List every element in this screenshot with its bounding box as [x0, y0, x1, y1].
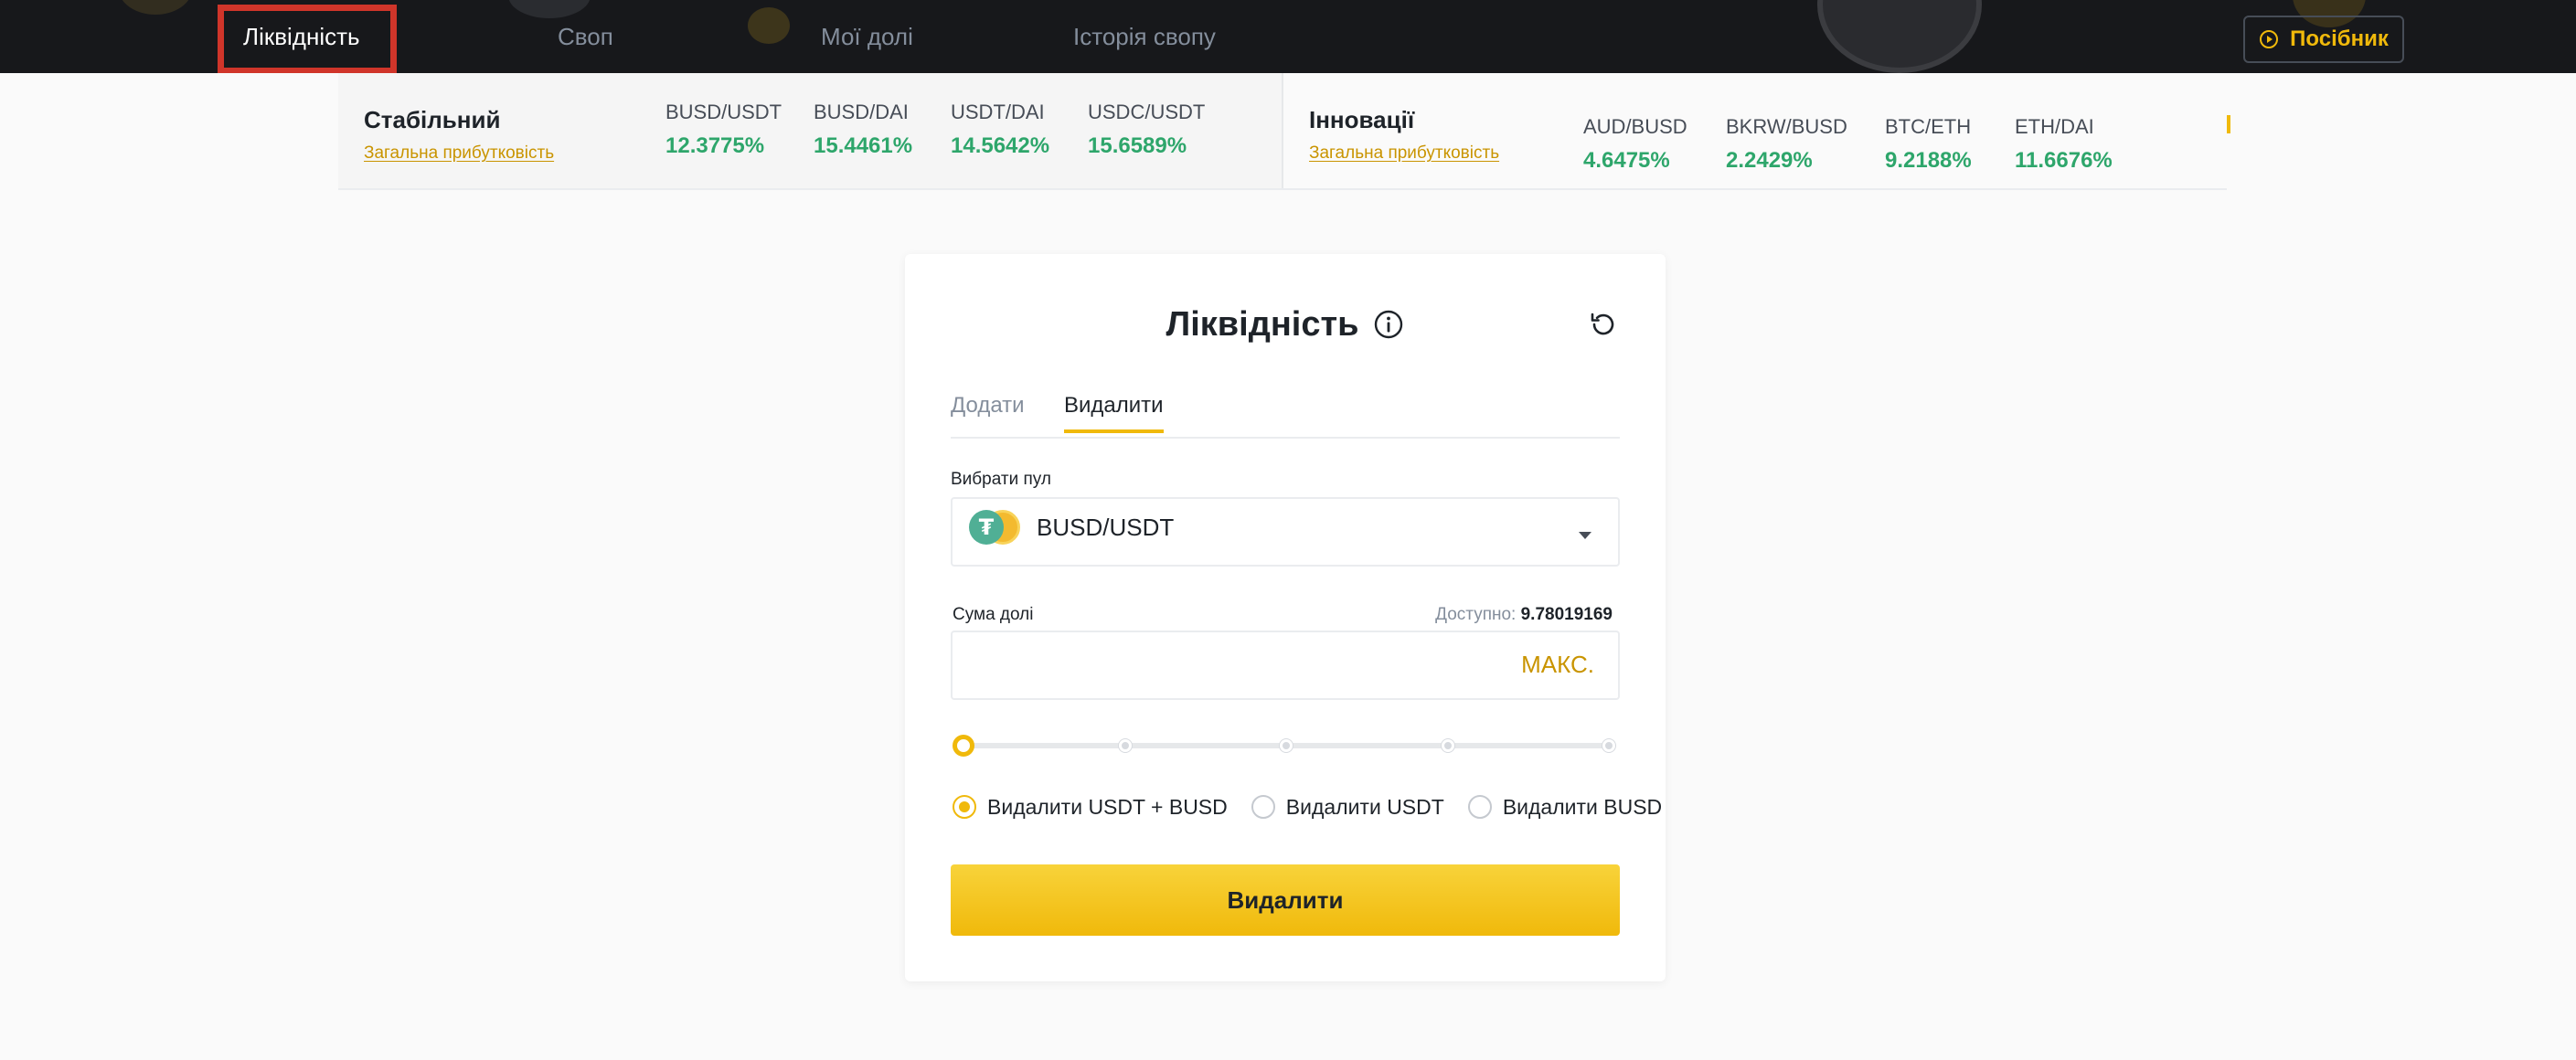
refresh-icon[interactable]	[1587, 309, 1618, 340]
radio-circle[interactable]	[1467, 795, 1492, 819]
innovation-panel-title: Інновації	[1309, 106, 1415, 133]
pair-name: BUSD/USDT	[665, 101, 782, 123]
slider-step-dot[interactable]	[1602, 739, 1615, 752]
liquidity-card: Ліквідність Додати Видалити Вибрати пул …	[905, 254, 1666, 981]
pool-select[interactable]: ₮ BUSD/USDT	[951, 497, 1620, 567]
pair-apy: 15.6589%	[1088, 133, 1187, 158]
pair-apy: 4.6475%	[1583, 148, 1670, 173]
pool-pair-item[interactable]: BUSD/DAI 15.4461%	[814, 101, 912, 159]
pair-name: BTC/ETH	[1885, 115, 1972, 138]
radio-circle[interactable]	[953, 795, 976, 819]
background-coin-graphic	[748, 7, 790, 44]
slider-step-dot[interactable]	[1441, 739, 1454, 752]
pool-pair-item[interactable]: USDT/DAI 14.5642%	[951, 101, 1049, 159]
info-icon[interactable]	[1373, 309, 1404, 340]
share-amount-field[interactable]: МАКС.	[951, 631, 1620, 700]
slider-step-dot[interactable]	[1118, 739, 1132, 752]
pair-apy: 12.3775%	[665, 133, 765, 158]
tab-add[interactable]: Додати	[951, 393, 1025, 431]
pair-apy: 11.6676%	[2015, 148, 2113, 173]
play-circle-icon	[2259, 29, 2279, 49]
pool-pair-item[interactable]: ETH/DAI 11.6676%	[2015, 115, 2113, 174]
pair-name: AUD/BUSD	[1583, 115, 1687, 138]
chevron-down-icon	[1578, 528, 1592, 545]
slider-step-dot[interactable]	[1280, 739, 1293, 752]
share-percent-slider[interactable]	[953, 735, 1620, 757]
guide-button[interactable]: Посібник	[2243, 16, 2404, 63]
tab-remove[interactable]: Видалити	[1064, 393, 1164, 433]
available-balance: Доступно: 9.78019169	[1435, 605, 1613, 625]
background-coin-graphic	[1817, 0, 1982, 73]
pool-select-value: BUSD/USDT	[1037, 514, 1175, 541]
pair-apy: 2.2429%	[1726, 148, 1813, 173]
radio-label: Видалити USDT + BUSD	[987, 794, 1228, 819]
pair-apy: 9.2188%	[1885, 148, 1972, 173]
pool-pair-item[interactable]: BUSD/USDT 12.3775%	[665, 101, 782, 159]
max-button[interactable]: МАКС.	[1521, 651, 1594, 679]
pair-name: BUSD/DAI	[814, 101, 909, 123]
pool-select-label: Вибрати пул	[951, 470, 1051, 489]
share-amount-label: Сума долі	[953, 605, 1034, 624]
nav-tab-swap-history[interactable]: Історія свопу	[1073, 0, 1216, 73]
pair-name: ETH/DAI	[2015, 115, 2094, 138]
remove-mode-radio-group: Видалити USDT + BUSD Видалити USDT Видал…	[953, 793, 1686, 821]
usdt-coin-icon: ₮	[969, 510, 1004, 545]
pair-name: USDT/DAI	[951, 101, 1045, 123]
pair-apy: 15.4461%	[814, 133, 913, 158]
remove-submit-button[interactable]: Видалити	[951, 864, 1620, 936]
nav-tab-liquidity[interactable]: Ліквідність	[243, 0, 360, 73]
radio-label: Видалити USDT	[1285, 794, 1444, 819]
pair-apy: 14.5642%	[951, 133, 1050, 158]
pool-pair-item[interactable]: AUD/BUSD 4.6475%	[1583, 115, 1687, 174]
pair-name: BKRW/BUSD	[1726, 115, 1847, 138]
pool-pair-item[interactable]: BKRW/BUSD 2.2429%	[1726, 115, 1847, 174]
card-tabs: Додати Видалити	[951, 393, 1620, 439]
radio-remove-busd[interactable]: Видалити BUSD	[1467, 794, 1663, 820]
available-value: 9.78019169	[1520, 605, 1613, 624]
radio-remove-usdt[interactable]: Видалити USDT	[1251, 795, 1444, 820]
nav-tab-my-shares[interactable]: Мої долі	[821, 0, 913, 73]
ticker-scroll-indicator[interactable]	[2227, 115, 2230, 133]
radio-remove-both[interactable]: Видалити USDT + BUSD	[953, 795, 1228, 820]
available-label: Доступно:	[1435, 605, 1517, 624]
pool-pair-item[interactable]: USDC/USDT 15.6589%	[1088, 101, 1205, 159]
top-nav-bar: Ліквідність Своп Мої долі Історія свопу …	[0, 0, 2576, 73]
stable-pools-panel: Стабільний Загальна прибутковість BUSD/U…	[338, 73, 1283, 188]
yield-ticker: Стабільний Загальна прибутковість BUSD/U…	[338, 73, 2230, 190]
pair-name: USDC/USDT	[1088, 101, 1206, 123]
pool-pair-item[interactable]: BTC/ETH 9.2188%	[1885, 115, 1972, 174]
stable-panel-title: Стабільний	[364, 106, 501, 133]
slider-handle[interactable]	[953, 735, 974, 757]
innovation-total-yield-link[interactable]: Загальна прибутковість	[1309, 143, 1499, 164]
stable-total-yield-link[interactable]: Загальна прибутковість	[364, 143, 554, 164]
radio-label: Видалити BUSD	[1502, 794, 1663, 819]
radio-circle[interactable]	[1251, 795, 1275, 819]
background-coin-graphic	[119, 0, 192, 15]
card-title: Ліквідність	[1166, 304, 1359, 344]
share-amount-input[interactable]	[969, 649, 1481, 684]
guide-button-label: Посібник	[2290, 26, 2389, 51]
innovation-pools-panel: Інновації Загальна прибутковість AUD/BUS…	[1283, 73, 2230, 188]
nav-tab-swap[interactable]: Своп	[558, 0, 613, 73]
